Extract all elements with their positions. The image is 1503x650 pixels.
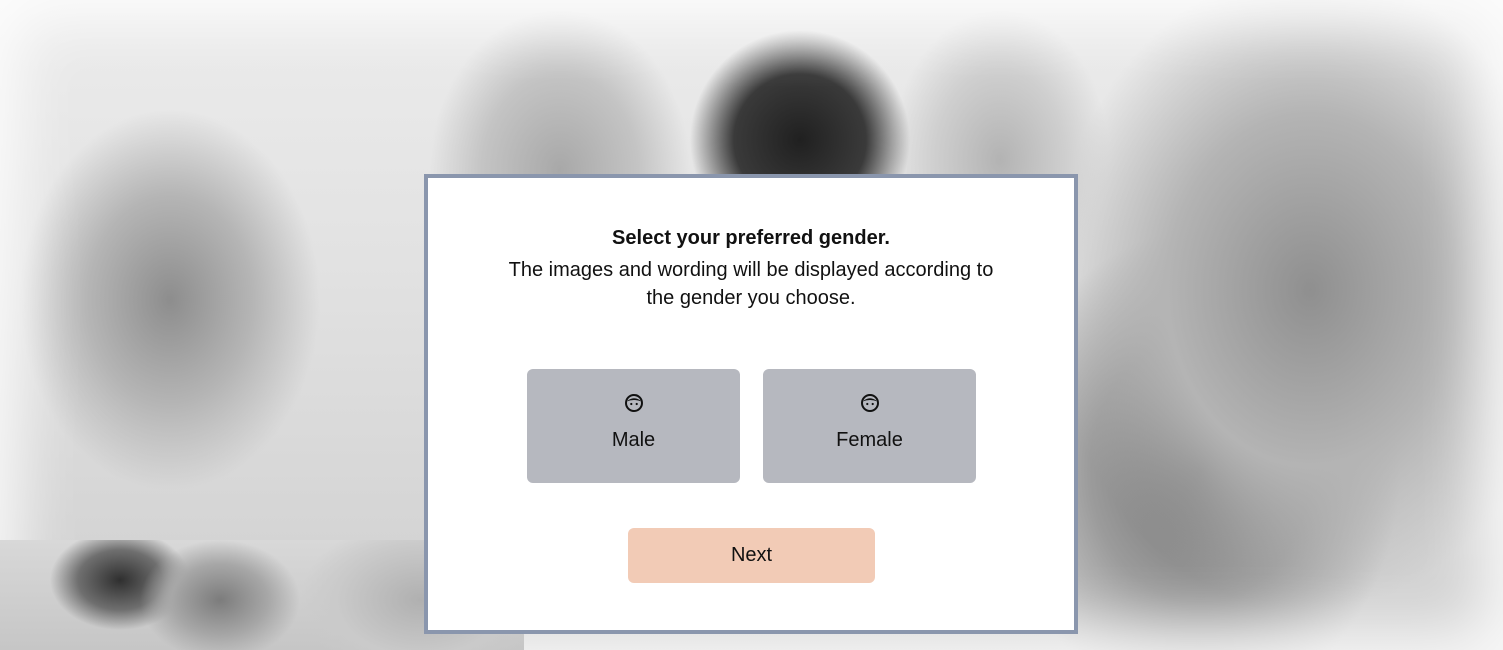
male-option-button[interactable]: Male bbox=[527, 369, 740, 483]
gender-selection-dialog: Select your preferred gender. The images… bbox=[424, 174, 1078, 634]
dialog-title: Select your preferred gender. bbox=[612, 227, 890, 249]
face-icon bbox=[624, 394, 643, 412]
female-option-label: Female bbox=[836, 429, 903, 451]
next-button[interactable]: Next bbox=[628, 528, 875, 583]
male-option-label: Male bbox=[611, 429, 656, 451]
dialog-description: The images and wording will be displayed… bbox=[508, 259, 994, 309]
female-option-button[interactable]: Female bbox=[763, 369, 976, 483]
face-icon bbox=[860, 394, 879, 412]
